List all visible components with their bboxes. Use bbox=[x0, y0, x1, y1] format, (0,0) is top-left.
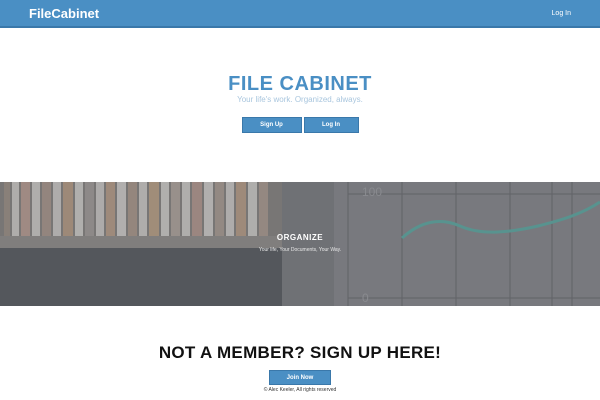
brand-logo-link[interactable]: FileCabinet bbox=[29, 6, 99, 21]
nav-login-link[interactable]: Log In bbox=[552, 10, 571, 17]
cta-section: NOT A MEMBER? SIGN UP HERE! Join Now bbox=[0, 343, 600, 385]
signup-button[interactable]: Sign Up bbox=[241, 117, 302, 133]
copyright-text: © Alec Keeler, All rights reserved bbox=[263, 387, 337, 393]
banner-text: ORGANIZE Your life, Your Documents, Your… bbox=[0, 233, 600, 253]
banner-heading: ORGANIZE bbox=[276, 233, 324, 242]
banner-subtext: Your life, Your Documents, Your Way. bbox=[258, 247, 342, 253]
hero-section: FILE CABINET Your life's work. Organized… bbox=[0, 72, 600, 133]
login-button[interactable]: Log In bbox=[303, 117, 359, 133]
feature-banner: 100 0 ORGANIZE Your life, Your Documents… bbox=[0, 182, 600, 306]
hero-title: FILE CABINET bbox=[228, 73, 372, 95]
join-now-button[interactable]: Join Now bbox=[269, 370, 331, 385]
hero-button-group: Sign Up Log In bbox=[0, 117, 600, 133]
cta-heading: NOT A MEMBER? SIGN UP HERE! bbox=[158, 343, 442, 362]
hero-tagline: Your life's work. Organized, always. bbox=[237, 95, 363, 104]
footer: © Alec Keeler, All rights reserved bbox=[0, 387, 600, 393]
navbar: FileCabinet Log In bbox=[0, 0, 600, 28]
